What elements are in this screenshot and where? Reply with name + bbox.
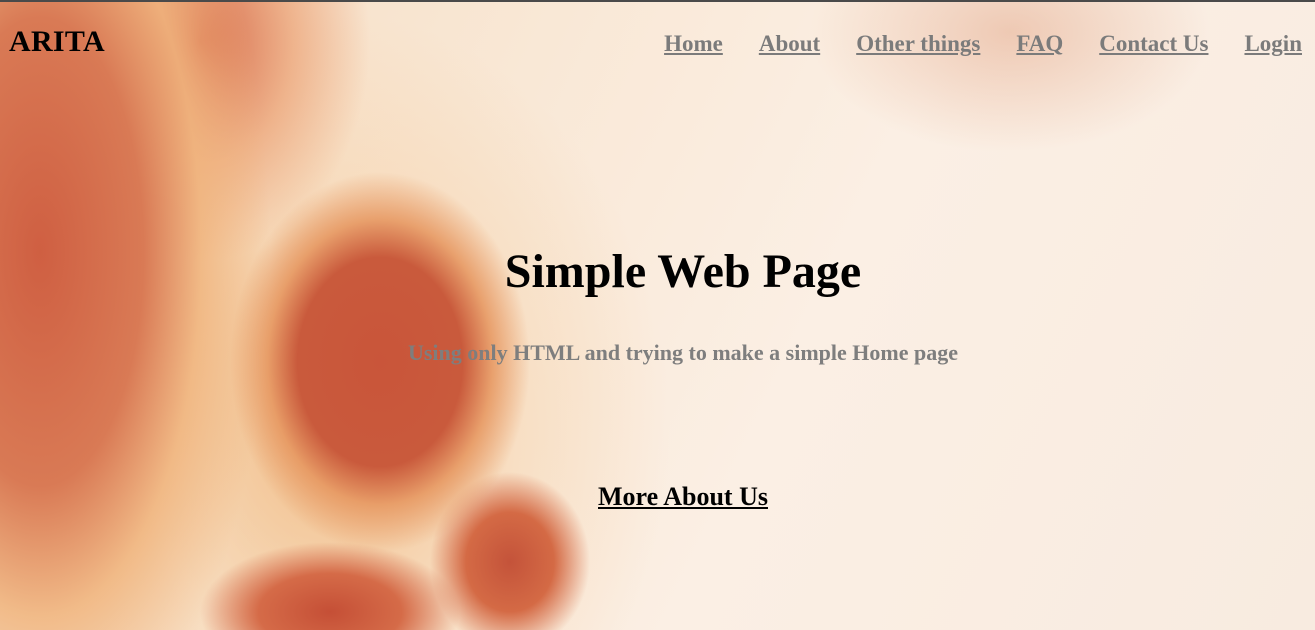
hero-cta-wrapper: More About Us — [0, 480, 1315, 514]
hero-subtitle: Using only HTML and trying to make a sim… — [407, 340, 959, 365]
nav-link-faq[interactable]: FAQ — [1016, 29, 1063, 59]
nav-link-home[interactable]: Home — [664, 29, 723, 59]
nav-link-other-things[interactable]: Other things — [856, 29, 980, 59]
nav-link-about[interactable]: About — [759, 29, 820, 59]
hero-section: ARITA Home About Other things FAQ Contac… — [0, 2, 1315, 630]
main-nav: Home About Other things FAQ Contact Us L… — [664, 29, 1302, 59]
window-top-border — [0, 0, 1315, 2]
more-about-us-link[interactable]: More About Us — [598, 482, 768, 511]
site-logo[interactable]: ARITA — [9, 24, 105, 60]
hero-title: Simple Web Page — [504, 245, 862, 298]
nav-link-contact-us[interactable]: Contact Us — [1099, 29, 1208, 59]
nav-link-login[interactable]: Login — [1244, 29, 1302, 59]
